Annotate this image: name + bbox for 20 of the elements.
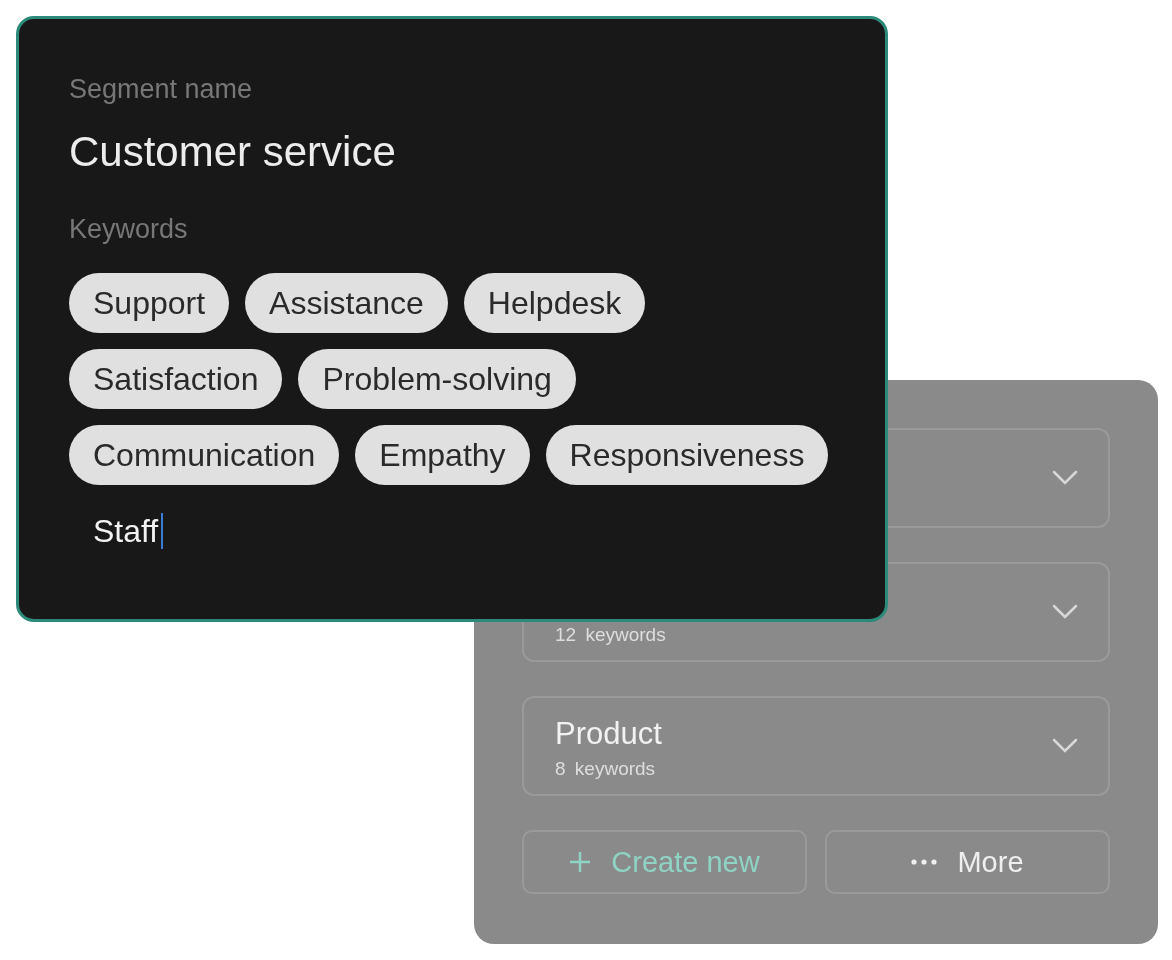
field-label: Keywords xyxy=(69,213,189,246)
keyword-chip[interactable]: Problem-solving xyxy=(298,349,576,409)
keyword-chip[interactable]: Satisfaction xyxy=(69,349,283,409)
segment-name: Product xyxy=(555,716,662,752)
chevron-down-icon[interactable] xyxy=(1052,738,1078,754)
keyword-chip[interactable]: Assistance xyxy=(245,273,448,333)
field-label: Segment name xyxy=(69,73,254,106)
keyword-chip[interactable]: Responsiveness xyxy=(545,425,829,485)
keyword-chip[interactable]: Communication xyxy=(69,425,340,485)
plus-icon xyxy=(569,851,592,873)
keyword-chip[interactable]: Helpdesk xyxy=(463,273,646,333)
keyword-chip[interactable]: Support xyxy=(69,273,230,333)
chevron-down-icon[interactable] xyxy=(1052,470,1078,486)
keyword-chip[interactable]: Empathy xyxy=(355,425,530,485)
more-dots-icon xyxy=(911,859,938,865)
keyword-count: 8 keywords xyxy=(555,758,657,780)
keyword-count: 12 keywords xyxy=(555,624,666,646)
segment-name-value[interactable]: Customer service xyxy=(69,125,835,179)
keyword-input[interactable]: Staff xyxy=(93,501,164,561)
chevron-down-icon[interactable] xyxy=(1052,604,1078,620)
